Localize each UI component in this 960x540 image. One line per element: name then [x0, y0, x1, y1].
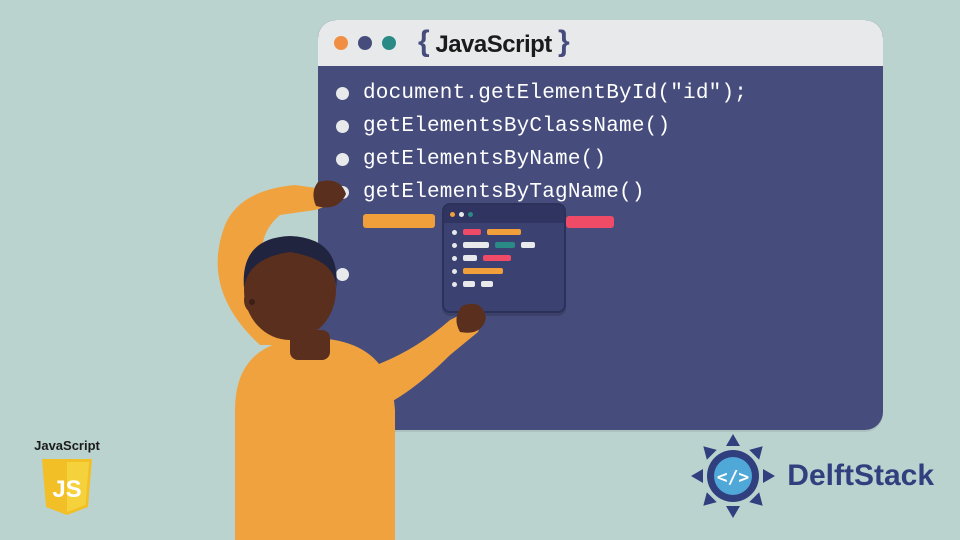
- mini-dot: [468, 212, 473, 217]
- mini-seg: [487, 229, 521, 235]
- mini-titlebar: [444, 205, 564, 223]
- bullet-icon: [336, 120, 349, 133]
- mini-seg: [481, 281, 493, 287]
- mini-row: [452, 268, 556, 274]
- mini-seg: [463, 255, 477, 261]
- window-traffic-lights: [334, 36, 396, 50]
- editor-titlebar: { JavaScript }: [318, 20, 883, 66]
- code-line: getElementsByName(): [336, 148, 865, 171]
- mini-bullet: [452, 269, 457, 274]
- code-token-bar: [363, 214, 435, 228]
- code-text: getElementsByClassName(): [363, 115, 670, 138]
- editor-title: { JavaScript }: [418, 26, 569, 60]
- editor-body: document.getElementById("id"); getElemen…: [318, 66, 883, 334]
- mini-bullet: [452, 230, 457, 235]
- delftstack-logo: </> DelftStack: [689, 432, 934, 520]
- mini-seg: [463, 281, 475, 287]
- javascript-badge-label: JavaScript: [28, 438, 106, 453]
- mini-seg: [463, 268, 503, 274]
- code-line: getElementsByTagName(): [336, 181, 865, 204]
- code-text: getElementsByTagName(): [363, 181, 645, 204]
- svg-text:</>: </>: [717, 467, 750, 488]
- mini-row: [452, 229, 556, 235]
- mini-dot: [459, 212, 464, 217]
- mini-bullet: [452, 256, 457, 261]
- title-text: JavaScript: [429, 31, 558, 58]
- code-token-bar: [566, 216, 614, 228]
- window-dot-teal: [382, 36, 396, 50]
- delftstack-name: DelftStack: [787, 459, 934, 493]
- mini-row: [452, 242, 556, 248]
- mini-dot: [450, 212, 455, 217]
- code-line: document.getElementById("id");: [336, 82, 865, 105]
- javascript-badge: JavaScript JS: [28, 438, 106, 517]
- code-text: document.getElementById("id");: [363, 82, 747, 105]
- code-editor-window: { JavaScript } document.getElementById("…: [318, 20, 883, 430]
- mini-row: [452, 255, 556, 261]
- window-dot-mid: [358, 36, 372, 50]
- js-letters: JS: [52, 476, 81, 503]
- title-right-brace: }: [558, 25, 569, 58]
- title-left-brace: {: [418, 25, 429, 58]
- code-line-graphic: [336, 214, 865, 334]
- mini-body: [444, 223, 564, 300]
- javascript-shield-icon: JS: [40, 457, 94, 517]
- mini-seg: [483, 255, 511, 261]
- code-text: getElementsByName(): [363, 148, 606, 171]
- mini-seg: [521, 242, 535, 248]
- mini-seg: [463, 242, 489, 248]
- bullet-icon: [336, 153, 349, 166]
- mini-editor: [442, 203, 566, 313]
- bullet-icon: [336, 186, 349, 199]
- bullet-icon: [336, 268, 349, 281]
- window-dot-close: [334, 36, 348, 50]
- mini-seg: [495, 242, 515, 248]
- mini-bullet: [452, 282, 457, 287]
- bullet-icon: [336, 87, 349, 100]
- code-line: getElementsByClassName(): [336, 115, 865, 138]
- mini-bullet: [452, 243, 457, 248]
- delftstack-emblem-icon: </>: [689, 432, 777, 520]
- mini-row: [452, 281, 556, 287]
- mini-seg: [463, 229, 481, 235]
